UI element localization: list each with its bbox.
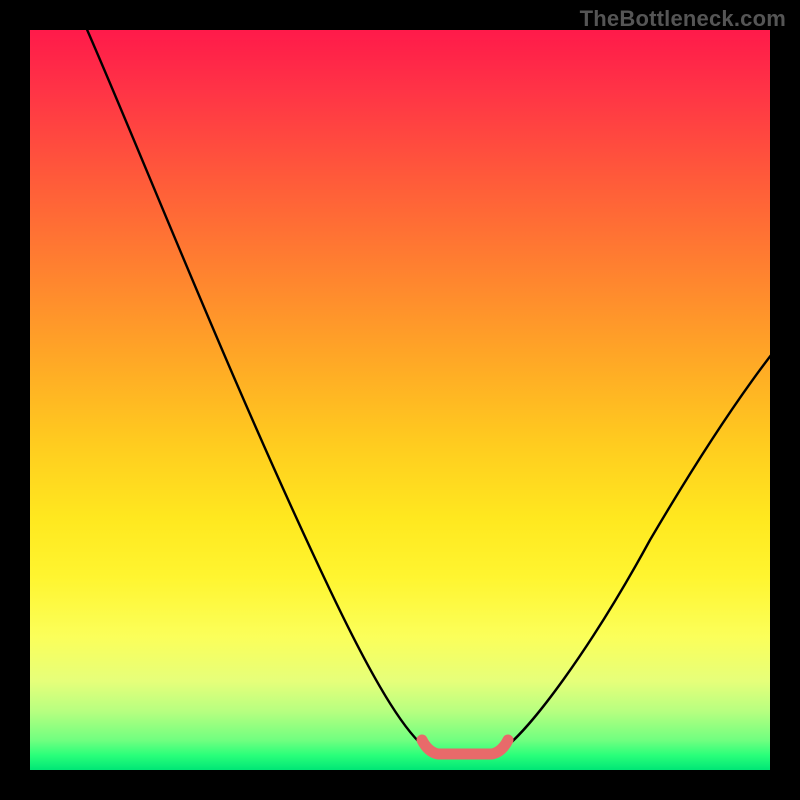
- optimal-zone-marker: [422, 740, 508, 754]
- bottleneck-curve: [30, 30, 770, 770]
- curve-left-branch: [85, 30, 428, 750]
- curve-right-branch: [502, 350, 770, 750]
- chart-frame: TheBottleneck.com: [0, 0, 800, 800]
- plot-area: [30, 30, 770, 770]
- watermark-text: TheBottleneck.com: [580, 6, 786, 32]
